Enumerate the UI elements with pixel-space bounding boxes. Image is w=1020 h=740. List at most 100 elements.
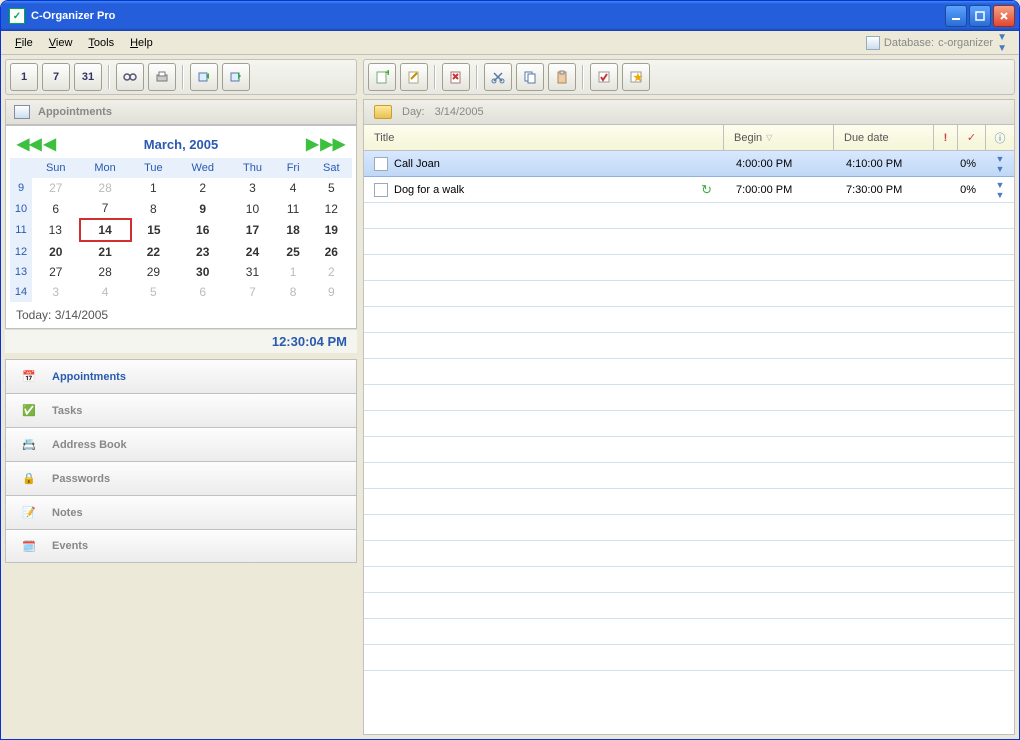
menu-tools[interactable]: Tools [80, 34, 122, 52]
nav-item-appointments[interactable]: 📅Appointments [5, 359, 357, 393]
grid-body[interactable]: Call Joan4:00:00 PM4:10:00 PM0%▼▼Dog for… [363, 151, 1015, 735]
calendar-day[interactable]: 20 [32, 241, 80, 262]
calendar-day[interactable]: 21 [80, 241, 131, 262]
nav-item-events[interactable]: 🗓️Events [5, 529, 357, 563]
calendar-day[interactable]: 3 [229, 178, 275, 198]
calendar-day[interactable]: 9 [311, 282, 352, 302]
calendar-day[interactable]: 27 [32, 262, 80, 282]
calendar-day[interactable]: 2 [311, 262, 352, 282]
empty-row[interactable] [364, 619, 1014, 645]
nav-item-address-book[interactable]: 📇Address Book [5, 427, 357, 461]
col-done[interactable]: ✓ [958, 125, 986, 150]
calendar-day[interactable]: 14 [80, 219, 131, 241]
find-button[interactable] [116, 63, 144, 91]
week-number[interactable]: 14 [10, 282, 32, 302]
expand-button[interactable]: ▼▼ [986, 180, 1014, 200]
calendar-day[interactable]: 3 [32, 282, 80, 302]
calendar-day[interactable]: 9 [176, 198, 229, 219]
calendar-day[interactable]: 10 [229, 198, 275, 219]
export-button[interactable] [222, 63, 250, 91]
col-info[interactable]: ⓘ [986, 125, 1014, 150]
nav-item-notes[interactable]: 📝Notes [5, 495, 357, 529]
calendar-day[interactable]: 4 [80, 282, 131, 302]
calendar-day[interactable]: 7 [80, 198, 131, 219]
nav-item-passwords[interactable]: 🔒Passwords [5, 461, 357, 495]
calendar-day[interactable]: 18 [276, 219, 311, 241]
week-number[interactable]: 13 [10, 262, 32, 282]
menu-help[interactable]: Help [122, 34, 161, 52]
maximize-button[interactable] [969, 5, 991, 27]
delete-button[interactable] [442, 63, 470, 91]
empty-row[interactable] [364, 385, 1014, 411]
empty-row[interactable] [364, 229, 1014, 255]
empty-row[interactable] [364, 411, 1014, 437]
close-button[interactable] [993, 5, 1015, 27]
empty-row[interactable] [364, 541, 1014, 567]
calendar-day[interactable]: 24 [229, 241, 275, 262]
calendar-day[interactable]: 2 [176, 178, 229, 198]
calendar-day[interactable]: 16 [176, 219, 229, 241]
empty-row[interactable] [364, 255, 1014, 281]
col-title[interactable]: Title [364, 125, 724, 150]
calendar-month-title[interactable]: March, 2005 [144, 137, 218, 152]
empty-row[interactable] [364, 463, 1014, 489]
empty-row[interactable] [364, 437, 1014, 463]
print-button[interactable] [148, 63, 176, 91]
calendar-day[interactable]: 1 [131, 178, 176, 198]
empty-row[interactable] [364, 281, 1014, 307]
calendar-day[interactable]: 29 [131, 262, 176, 282]
copy-button[interactable] [516, 63, 544, 91]
import-button[interactable] [190, 63, 218, 91]
expand-button[interactable]: ▼▼ [986, 154, 1014, 174]
empty-row[interactable] [364, 359, 1014, 385]
calendar-day[interactable]: 31 [229, 262, 275, 282]
calendar-day[interactable]: 23 [176, 241, 229, 262]
calendar-day[interactable]: 27 [32, 178, 80, 198]
col-due[interactable]: Due date [834, 125, 934, 150]
minimize-button[interactable] [945, 5, 967, 27]
calendar-day[interactable]: 7 [229, 282, 275, 302]
week-number[interactable]: 9 [10, 178, 32, 198]
week-number[interactable]: 11 [10, 219, 32, 241]
next-year-button[interactable]: ▶▶ [319, 134, 346, 154]
calendar-day[interactable]: 28 [80, 178, 131, 198]
calendar-day[interactable]: 5 [311, 178, 352, 198]
appointment-row[interactable]: Call Joan4:00:00 PM4:10:00 PM0%▼▼ [364, 151, 1014, 177]
empty-row[interactable] [364, 489, 1014, 515]
week-number[interactable]: 12 [10, 241, 32, 262]
paste-button[interactable] [548, 63, 576, 91]
empty-row[interactable] [364, 593, 1014, 619]
empty-row[interactable] [364, 307, 1014, 333]
empty-row[interactable] [364, 567, 1014, 593]
today-label[interactable]: Today: 3/14/2005 [10, 302, 352, 324]
appointment-row[interactable]: Dog for a walk↻7:00:00 PM7:30:00 PM0%▼▼ [364, 177, 1014, 203]
empty-row[interactable] [364, 333, 1014, 359]
nav-item-tasks[interactable]: ✅Tasks [5, 393, 357, 427]
col-begin[interactable]: Begin▽ [724, 125, 834, 150]
view-month-button[interactable]: 31 [74, 63, 102, 91]
calendar-day[interactable]: 19 [311, 219, 352, 241]
view-day-button[interactable]: 1 [10, 63, 38, 91]
view-week-button[interactable]: 7 [42, 63, 70, 91]
empty-row[interactable] [364, 515, 1014, 541]
calendar-day[interactable]: 12 [311, 198, 352, 219]
calendar-day[interactable]: 17 [229, 219, 275, 241]
calendar-day[interactable]: 8 [276, 282, 311, 302]
calendar-day[interactable]: 1 [276, 262, 311, 282]
reminder-button[interactable]: ★ [622, 63, 650, 91]
new-button[interactable]: + [368, 63, 396, 91]
calendar-day[interactable]: 15 [131, 219, 176, 241]
calendar-day[interactable]: 28 [80, 262, 131, 282]
col-priority[interactable]: ! [934, 125, 958, 150]
cut-button[interactable] [484, 63, 512, 91]
week-number[interactable]: 10 [10, 198, 32, 219]
menu-file[interactable]: File [7, 34, 41, 52]
calendar-day[interactable]: 26 [311, 241, 352, 262]
calendar-day[interactable]: 6 [176, 282, 229, 302]
empty-row[interactable] [364, 645, 1014, 671]
next-month-button[interactable]: ▶ [305, 134, 319, 154]
titlebar[interactable]: ✓ C-Organizer Pro [1, 1, 1019, 31]
complete-button[interactable] [590, 63, 618, 91]
database-indicator[interactable]: Database: c-organizer ▼▼ [860, 32, 1013, 54]
calendar-day[interactable]: 8 [131, 198, 176, 219]
